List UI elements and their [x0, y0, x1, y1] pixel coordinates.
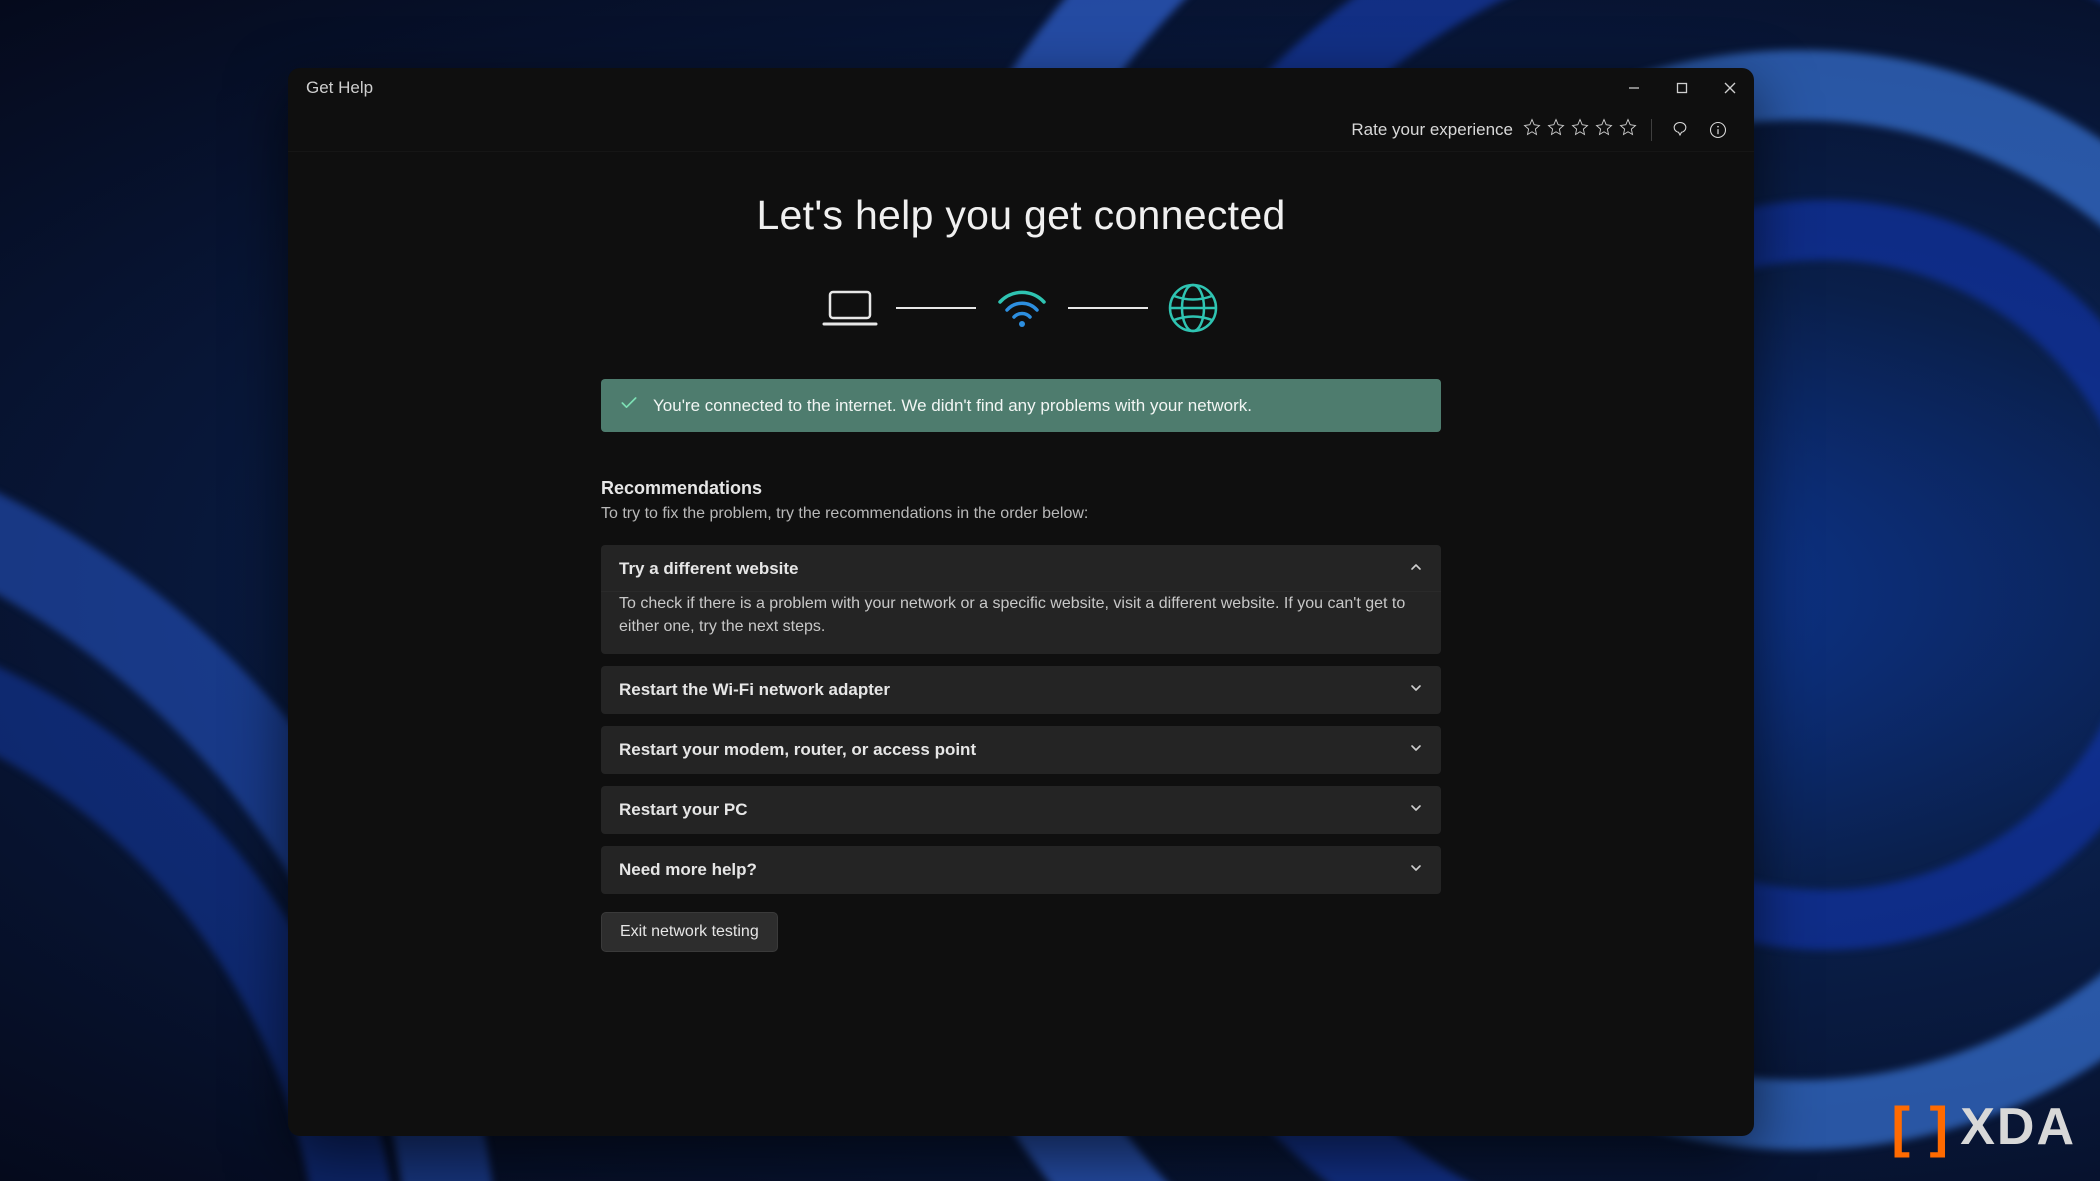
rating-stars[interactable] — [1523, 118, 1637, 141]
status-message: You're connected to the internet. We did… — [653, 396, 1252, 416]
close-button[interactable] — [1706, 68, 1754, 108]
maximize-button[interactable] — [1658, 68, 1706, 108]
recommendation-toggle[interactable]: Need more help? — [601, 846, 1441, 894]
exit-network-testing-button[interactable]: Exit network testing — [601, 912, 778, 952]
recommendation-item: Restart your modem, router, or access po… — [601, 726, 1441, 774]
rating-bar: Rate your experience — [288, 108, 1754, 152]
recommendation-title: Restart the Wi-Fi network adapter — [619, 680, 890, 700]
recommendation-title: Try a different website — [619, 559, 799, 579]
recommendation-title: Restart your modem, router, or access po… — [619, 740, 976, 760]
recommendation-toggle[interactable]: Restart your PC — [601, 786, 1441, 834]
get-help-window: Get Help Rate your experience — [288, 68, 1754, 1136]
chevron-down-icon — [1409, 680, 1423, 700]
chevron-down-icon — [1409, 740, 1423, 760]
titlebar: Get Help — [288, 68, 1754, 108]
watermark-text: XDA — [1960, 1097, 2076, 1157]
recommendation-item: Restart the Wi-Fi network adapter — [601, 666, 1441, 714]
recommendation-toggle[interactable]: Restart the Wi-Fi network adapter — [601, 666, 1441, 714]
recommendations-heading: Recommendations — [601, 478, 1441, 499]
recommendation-toggle[interactable]: Restart your modem, router, or access po… — [601, 726, 1441, 774]
bracket-icon: [ ] — [1891, 1099, 1950, 1155]
recommendation-item: Restart your PC — [601, 786, 1441, 834]
recommendations-list: Try a different website To check if ther… — [601, 545, 1441, 894]
star-icon[interactable] — [1547, 118, 1565, 141]
connector-line — [1068, 307, 1148, 309]
minimize-button[interactable] — [1610, 68, 1658, 108]
connector-line — [896, 307, 976, 309]
divider — [1651, 119, 1652, 141]
info-button[interactable] — [1704, 116, 1732, 144]
checkmark-icon — [619, 393, 639, 418]
wifi-icon — [994, 286, 1050, 330]
window-title: Get Help — [306, 78, 373, 98]
recommendation-toggle[interactable]: Try a different website — [601, 545, 1441, 593]
star-icon[interactable] — [1571, 118, 1589, 141]
recommendations-subheading: To try to fix the problem, try the recom… — [601, 505, 1441, 523]
chevron-up-icon — [1409, 559, 1423, 579]
page-title: Let's help you get connected — [756, 192, 1285, 239]
status-banner: You're connected to the internet. We did… — [601, 379, 1441, 432]
recommendation-item: Need more help? — [601, 846, 1441, 894]
content-area: Let's help you get connected — [288, 152, 1754, 1136]
star-icon[interactable] — [1619, 118, 1637, 141]
laptop-icon — [822, 288, 878, 328]
globe-icon — [1166, 281, 1220, 335]
recommendation-title: Need more help? — [619, 860, 757, 880]
star-icon[interactable] — [1595, 118, 1613, 141]
recommendation-item: Try a different website To check if ther… — [601, 545, 1441, 654]
watermark: [ ] XDA — [1891, 1097, 2076, 1157]
chevron-down-icon — [1409, 860, 1423, 880]
connection-diagram — [822, 281, 1220, 335]
recommendation-body: To check if there is a problem with your… — [601, 591, 1441, 654]
feedback-button[interactable] — [1666, 116, 1694, 144]
chevron-down-icon — [1409, 800, 1423, 820]
recommendation-title: Restart your PC — [619, 800, 747, 820]
rating-label: Rate your experience — [1351, 120, 1513, 140]
star-icon[interactable] — [1523, 118, 1541, 141]
